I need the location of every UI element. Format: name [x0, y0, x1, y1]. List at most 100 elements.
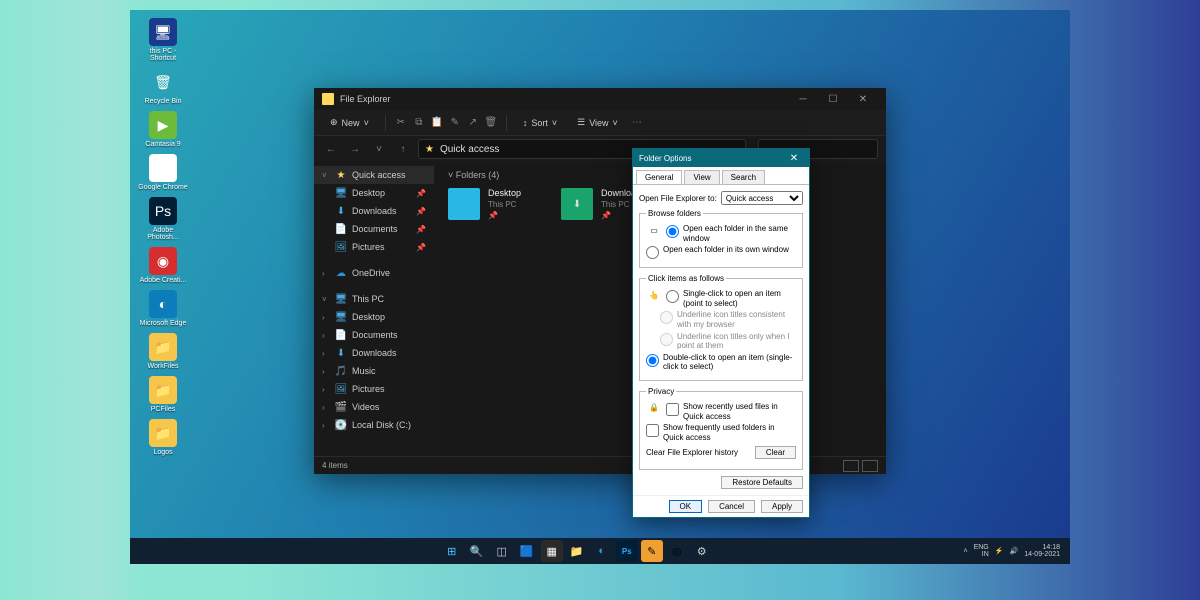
sidebar-item[interactable]: ›📄Documents — [314, 326, 434, 344]
open-explorer-to-label: Open File Explorer to: — [639, 194, 717, 203]
language-indicator[interactable]: ENG IN — [974, 544, 989, 558]
sidebar-item[interactable]: 📄Documents📌 — [314, 220, 434, 238]
privacy-icon: 🔒 — [646, 400, 662, 416]
details-view-button[interactable] — [843, 460, 859, 472]
dialog-title-bar[interactable]: Folder Options ✕ — [633, 149, 809, 167]
explorer-icon — [322, 93, 334, 105]
more-icon[interactable]: ⋯ — [630, 116, 644, 130]
open-explorer-to-select[interactable]: Quick access — [721, 191, 803, 205]
tab-search[interactable]: Search — [722, 170, 765, 184]
cancel-button[interactable]: Cancel — [708, 500, 755, 513]
desktop-icon[interactable]: 📁WorkFiles — [138, 333, 188, 370]
sidebar-item[interactable]: ›💽Local Disk (C:) — [314, 416, 434, 434]
desktop-icon[interactable]: 🗑Recycle Bin — [138, 68, 188, 105]
chevron-up-icon[interactable]: ˄ — [963, 548, 967, 555]
single-click-radio[interactable]: Single-click to open an item (point to s… — [666, 289, 796, 308]
start-button[interactable]: ⊞ — [441, 540, 463, 562]
chrome-taskbar-icon[interactable]: ◎ — [666, 540, 688, 562]
volume-icon[interactable]: 🔊 — [1009, 547, 1018, 555]
click-items-group: Click items as follows 👆 Single-click to… — [639, 274, 803, 381]
desktop-icon[interactable]: 📁Logos — [138, 419, 188, 456]
browse-own-window-radio[interactable]: Open each folder in its own window — [646, 245, 796, 259]
privacy-group: Privacy 🔒 Show recently used files in Qu… — [639, 387, 803, 470]
icons-view-button[interactable] — [862, 460, 878, 472]
system-tray[interactable]: ˄ ENG IN ⚡ 🔊 14:18 14-09-2021 — [963, 544, 1070, 558]
show-frequent-folders-check[interactable]: Show frequently used folders in Quick ac… — [646, 423, 796, 442]
new-button[interactable]: ⊕ New ˅ — [322, 114, 377, 131]
item-count: 4 items — [322, 461, 348, 470]
sidebar-item-this-pc[interactable]: ˅🖥This PC — [314, 290, 434, 308]
photoshop-taskbar-icon[interactable]: Ps — [616, 540, 638, 562]
task-view-icon[interactable]: ◫ — [491, 540, 513, 562]
notes-taskbar-icon[interactable]: ✎ — [641, 540, 663, 562]
tab-general[interactable]: General — [636, 170, 682, 184]
cut-icon[interactable]: ✂ — [394, 116, 408, 130]
explorer-taskbar-icon[interactable]: 📁 — [566, 540, 588, 562]
desktop-icon[interactable]: ◐Microsoft Edge — [138, 290, 188, 327]
sidebar-item[interactable]: ⬇Downloads📌 — [314, 202, 434, 220]
folder-item[interactable]: DesktopThis PC📌 — [448, 188, 521, 220]
desktop-icon[interactable]: ◉Adobe Creati... — [138, 247, 188, 284]
breadcrumb-text: Quick access — [440, 144, 499, 155]
desktop-icon[interactable]: ▶Camtasia 9 — [138, 111, 188, 148]
sort-button[interactable]: ↕ Sort ˅ — [515, 115, 565, 131]
tab-view[interactable]: View — [684, 170, 719, 184]
up-button[interactable]: ↑ — [394, 140, 412, 158]
sidebar-item[interactable]: 🖼Pictures📌 — [314, 238, 434, 256]
view-button[interactable]: ☰ View ˅ — [569, 114, 626, 131]
sidebar-item[interactable]: ›🎵Music — [314, 362, 434, 380]
sidebar-item[interactable]: ›⬇Downloads — [314, 344, 434, 362]
desktop-icon[interactable]: 🖥this PC - Shortcut — [138, 18, 188, 62]
sidebar-item-quick-access[interactable]: ˅★Quick access — [314, 166, 434, 184]
browse-folders-group: Browse folders ▭ Open each folder in the… — [639, 209, 803, 268]
clear-history-label: Clear File Explorer history — [646, 448, 751, 457]
widgets-icon[interactable]: 🟦 — [516, 540, 538, 562]
edge-taskbar-icon[interactable]: ◐ — [591, 540, 613, 562]
taskbar: ⊞ 🔍 ◫ 🟦 ▦ 📁 ◐ Ps ✎ ◎ ⚙ ˄ ENG IN ⚡ 🔊 14:1… — [130, 538, 1070, 564]
nav-sidebar: ˅★Quick access 🖥Desktop📌⬇Downloads📌📄Docu… — [314, 162, 434, 456]
back-button[interactable]: ← — [322, 140, 340, 158]
sidebar-item-onedrive[interactable]: ›☁OneDrive — [314, 264, 434, 282]
double-click-radio[interactable]: Double-click to open an item (single-cli… — [646, 353, 796, 372]
rename-icon[interactable]: ✎ — [448, 116, 462, 130]
forward-button[interactable]: → — [346, 140, 364, 158]
desktop-icon[interactable]: 📁PCFiles — [138, 376, 188, 413]
desktop-icon[interactable]: ◎Google Chrome — [138, 154, 188, 191]
sidebar-item[interactable]: 🖥Desktop📌 — [314, 184, 434, 202]
folder-options-dialog: Folder Options ✕ General View Search Ope… — [632, 148, 810, 518]
restore-defaults-button[interactable]: Restore Defaults — [721, 476, 803, 489]
wifi-icon[interactable]: ⚡ — [995, 547, 1004, 555]
copy-icon[interactable]: ⧉ — [412, 116, 426, 130]
ok-button[interactable]: OK — [669, 500, 703, 513]
share-icon[interactable]: ↗ — [466, 116, 480, 130]
clock[interactable]: 14:18 14-09-2021 — [1024, 544, 1060, 558]
toolbar: ⊕ New ˅ ✂ ⧉ 📋 ✎ ↗ 🗑 ↕ Sort ˅ ☰ View ˅ ⋯ — [314, 110, 886, 136]
paste-icon[interactable]: 📋 — [430, 116, 444, 130]
minimize-button[interactable]: ─ — [788, 90, 818, 108]
star-icon: ★ — [425, 144, 434, 155]
underline-point-radio: Underline icon titles only when I point … — [660, 332, 796, 351]
sidebar-item[interactable]: ›🎬Videos — [314, 398, 434, 416]
sidebar-item[interactable]: ›🖥Desktop — [314, 308, 434, 326]
show-recent-files-check[interactable]: Show recently used files in Quick access — [666, 402, 796, 421]
apply-button[interactable]: Apply — [761, 500, 803, 513]
taskbar-search-icon[interactable]: 🔍 — [466, 540, 488, 562]
desktop-icon[interactable]: PsAdobe Photosh... — [138, 197, 188, 241]
dialog-close-button[interactable]: ✕ — [785, 151, 803, 165]
maximize-button[interactable]: ☐ — [818, 90, 848, 108]
underline-browser-radio: Underline icon titles consistent with my… — [660, 310, 796, 329]
desktop-icon-column: 🖥this PC - Shortcut 🗑Recycle Bin ▶Camtasia… — [138, 18, 188, 456]
click-icon: 👆 — [646, 287, 662, 303]
browse-same-window-radio[interactable]: Open each folder in the same window — [666, 224, 796, 243]
title-bar[interactable]: File Explorer ─ ☐ ✕ — [314, 88, 886, 110]
recent-dropdown[interactable]: ˅ — [370, 140, 388, 158]
close-button[interactable]: ✕ — [848, 90, 878, 108]
sidebar-item[interactable]: ›🖼Pictures — [314, 380, 434, 398]
clear-button[interactable]: Clear — [755, 446, 796, 459]
delete-icon[interactable]: 🗑 — [484, 116, 498, 130]
dialog-tabs: General View Search — [633, 167, 809, 184]
calculator-icon[interactable]: ▦ — [541, 540, 563, 562]
dialog-title: Folder Options — [639, 154, 691, 163]
settings-taskbar-icon[interactable]: ⚙ — [691, 540, 713, 562]
window-title: File Explorer — [340, 94, 788, 104]
